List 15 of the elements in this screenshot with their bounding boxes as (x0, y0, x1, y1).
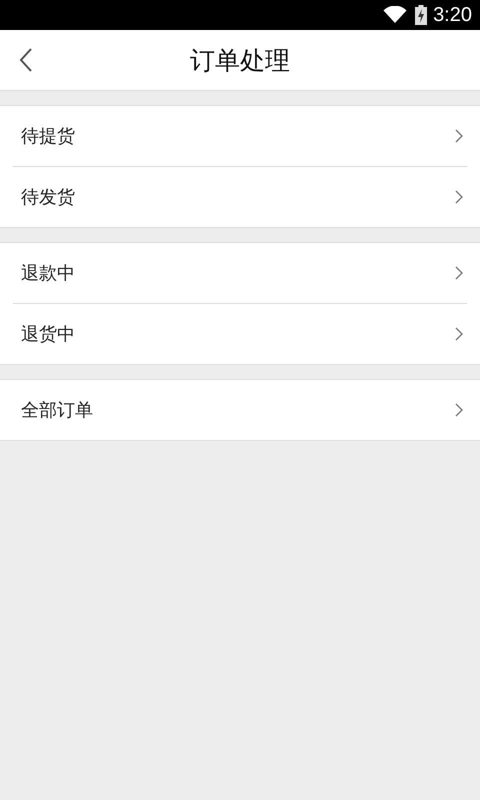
menu-item[interactable]: 退款中 (21, 261, 75, 285)
chevron-icon (455, 327, 463, 341)
page-title: 订单处理 (190, 44, 290, 76)
back-button[interactable] (19, 48, 33, 72)
chevron-icon (455, 266, 463, 280)
chevron-icon (455, 403, 463, 417)
menu-item[interactable]: 全部订单 (21, 398, 93, 422)
chevron-icon (455, 129, 463, 143)
menu-item[interactable]: 退货中 (21, 322, 75, 346)
chevron-icon (455, 190, 463, 204)
wifi-icon (383, 6, 408, 24)
status-time: 3:20 (433, 4, 472, 26)
menu-item[interactable]: 待提货 (21, 124, 75, 148)
battery-icon (415, 5, 428, 25)
menu-item[interactable]: 待发货 (21, 185, 75, 209)
